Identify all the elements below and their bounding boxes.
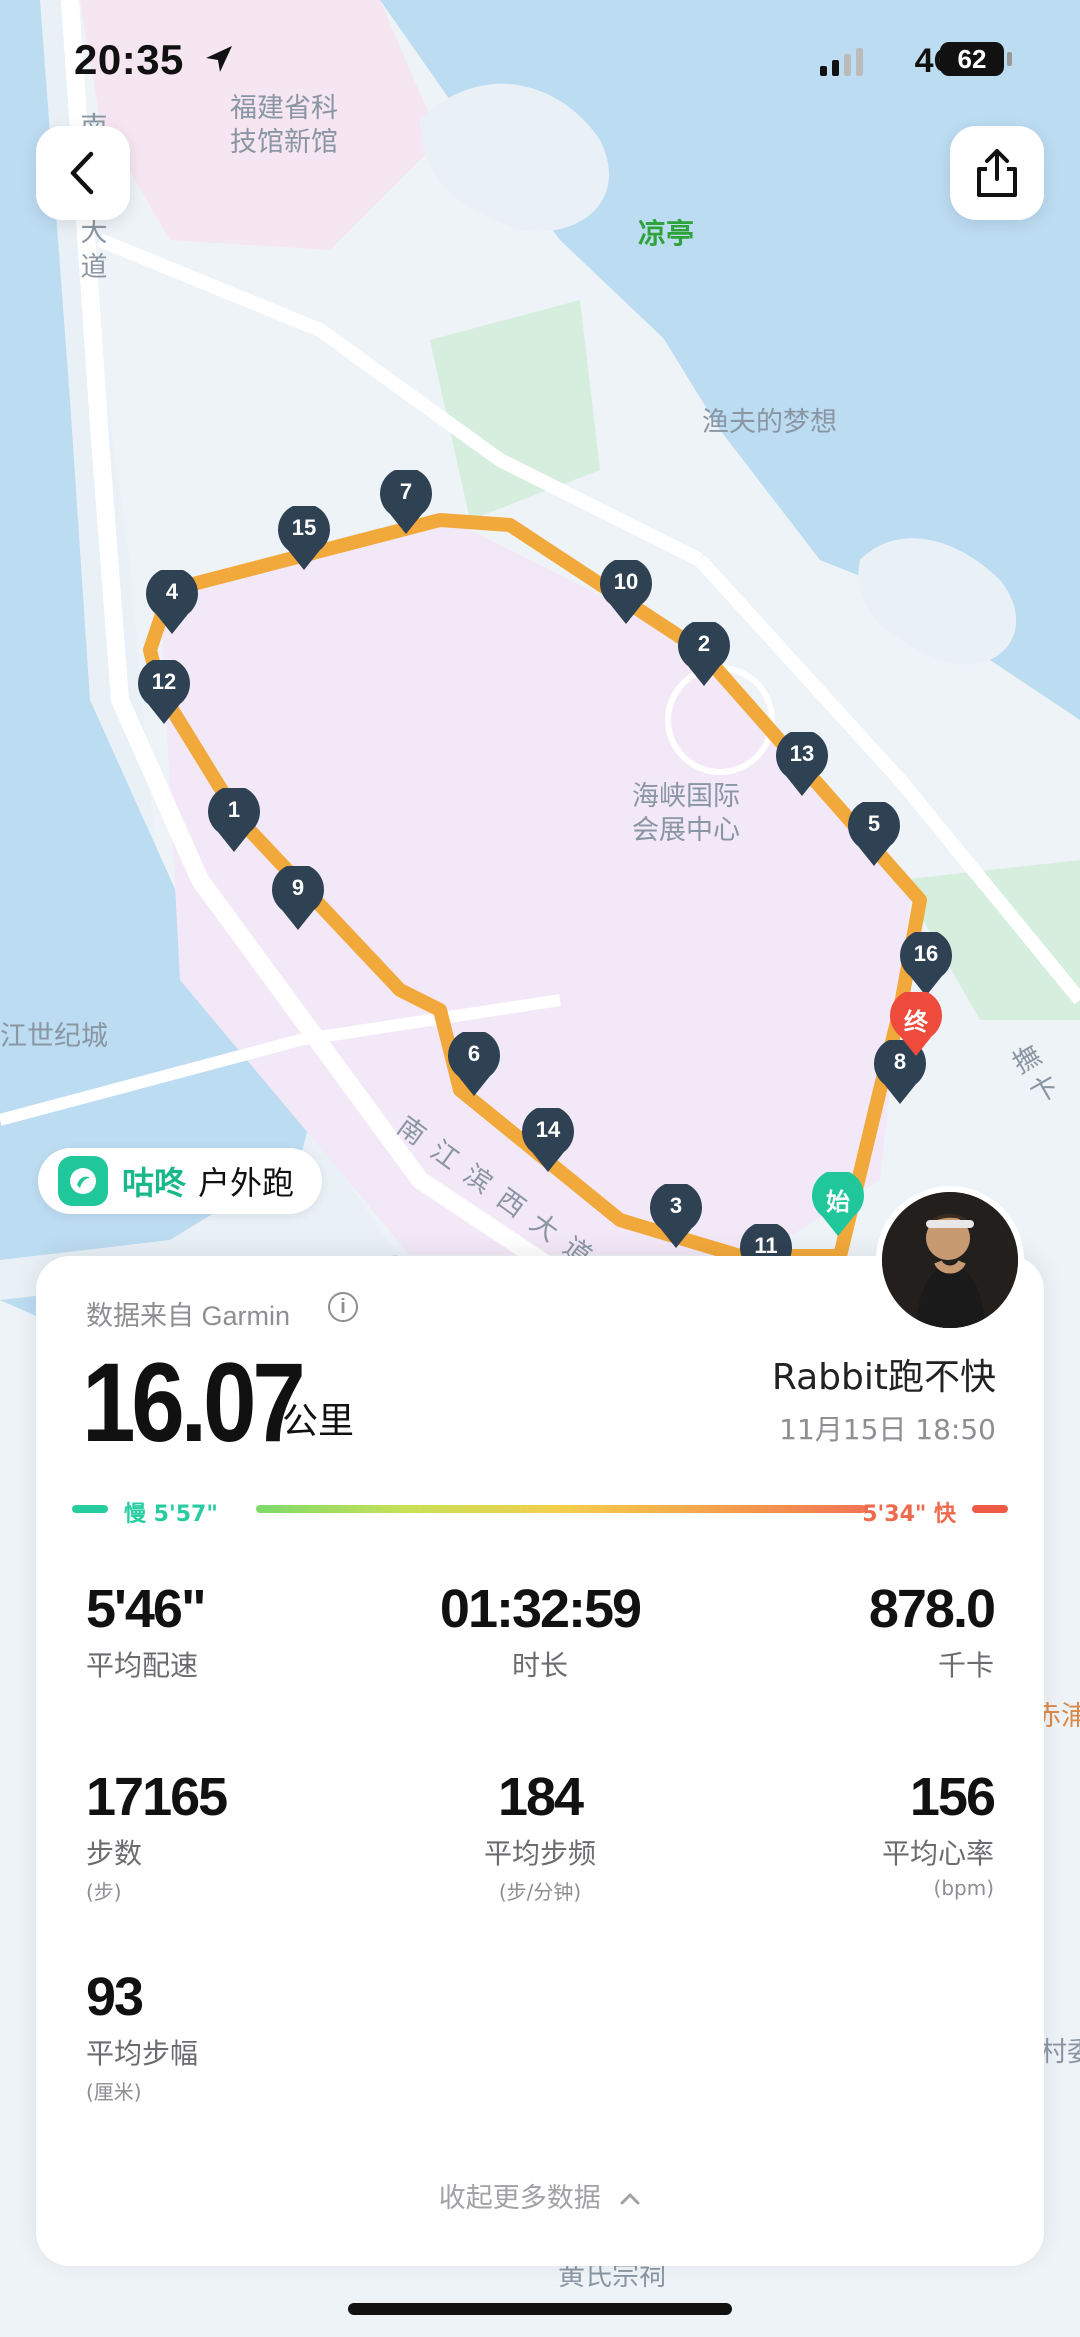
info-icon[interactable]: i xyxy=(328,1292,358,1322)
stat-sub: (步/分钟) xyxy=(498,1880,582,1904)
km-marker-1[interactable]: 1 xyxy=(206,785,262,854)
km-marker-6[interactable]: 6 xyxy=(446,1029,502,1098)
collapse-label: 收起更多数据 xyxy=(438,2183,601,2214)
km-marker-10[interactable]: 10 xyxy=(598,557,654,626)
start-marker: 始 xyxy=(810,1169,866,1238)
stat-value: 17165 xyxy=(86,1767,228,1827)
app-name: 咕咚 xyxy=(122,1164,187,1202)
stat-value: 5'46" xyxy=(86,1579,207,1639)
map-label-fisherman: 渔夫的梦想 xyxy=(702,407,837,438)
data-source: 数据来自 Garmin xyxy=(86,1301,291,1331)
user-name[interactable]: Rabbit跑不快 xyxy=(772,1348,996,1400)
pace-gradient xyxy=(256,1505,866,1513)
stat-value: 184 xyxy=(497,1767,584,1827)
home-indicator[interactable] xyxy=(348,2303,732,2315)
km-marker-label: 5 xyxy=(867,811,881,836)
km-marker-label: 2 xyxy=(697,631,711,656)
end-label: 终 xyxy=(904,1009,928,1036)
km-marker-label: 14 xyxy=(535,1117,561,1142)
km-marker-label: 1 xyxy=(227,797,241,822)
stat-value: 01:32:59 xyxy=(439,1579,642,1639)
gudong-logo-icon xyxy=(58,1156,108,1206)
stat-value: 156 xyxy=(909,1767,996,1827)
sport-mode: 户外跑 xyxy=(198,1164,295,1202)
km-marker-13[interactable]: 13 xyxy=(774,729,830,798)
stat-label: 步数 xyxy=(86,1837,143,1870)
stat-heart-rate: 156 平均心率 (bpm) xyxy=(694,1766,996,1900)
km-marker-label: 13 xyxy=(789,741,815,766)
km-marker-3[interactable]: 3 xyxy=(648,1181,704,1250)
km-marker-label: 9 xyxy=(291,875,305,900)
stat-label: 时长 xyxy=(511,1649,568,1682)
stat-avg-pace: 5'46" 平均配速 xyxy=(86,1578,386,1684)
stat-label: 平均步频 xyxy=(483,1837,596,1870)
km-marker-label: 15 xyxy=(291,515,317,540)
distance-value: 16.07 xyxy=(82,1340,306,1465)
stat-sub: (步) xyxy=(86,1880,122,1904)
share-icon xyxy=(977,149,1017,197)
stat-calories: 878.0 千卡 xyxy=(694,1578,996,1684)
stat-label: 平均步幅 xyxy=(86,2037,199,2070)
start-label: 始 xyxy=(826,1189,850,1216)
km-marker-label: 4 xyxy=(165,579,179,604)
chevron-up-icon xyxy=(620,2193,640,2205)
battery-level: 62 xyxy=(957,44,987,74)
map-label-expo: 海峡国际会展中心 xyxy=(632,781,740,846)
map-label-edge-2: 村委 xyxy=(1040,2037,1080,2068)
chevron-left-icon xyxy=(70,151,94,195)
km-marker-15[interactable]: 15 xyxy=(276,503,332,572)
pace-range-bar: 慢 5'57" 5'34" 快 xyxy=(72,1496,1008,1527)
map-label-pavilion: 凉亭 xyxy=(638,217,695,250)
fast-pace-label: 5'34" 快 xyxy=(862,1502,956,1527)
km-marker-label: 10 xyxy=(613,569,639,594)
km-marker-label: 12 xyxy=(151,669,177,694)
stat-value: 878.0 xyxy=(868,1579,996,1639)
slow-indicator xyxy=(72,1505,108,1513)
activity-datetime: 11月15日 18:50 xyxy=(779,1413,996,1446)
signal-icon xyxy=(820,48,863,76)
stat-sub: (厘米) xyxy=(86,2080,142,2104)
km-marker-12[interactable]: 12 xyxy=(136,657,192,726)
stat-sub: (bpm) xyxy=(933,1876,994,1900)
summary-card: 数据来自 Garmin i 16.07 公里 Rabbit跑不快 11月15日 … xyxy=(36,1256,1044,2266)
km-marker-label: 6 xyxy=(467,1041,481,1066)
back-button[interactable] xyxy=(36,126,130,220)
battery-tip xyxy=(1007,52,1012,66)
location-arrow-icon xyxy=(206,46,232,72)
distance-unit: 公里 xyxy=(282,1401,355,1442)
stat-label: 平均心率 xyxy=(881,1837,994,1870)
map-label-century: 江世纪城 xyxy=(0,1021,108,1052)
stat-label: 千卡 xyxy=(937,1649,994,1682)
km-marker-5[interactable]: 5 xyxy=(846,799,902,868)
km-marker-4[interactable]: 4 xyxy=(144,567,200,636)
stat-cadence: 184 平均步频 (步/分钟) xyxy=(390,1766,690,1905)
stat-label: 平均配速 xyxy=(86,1649,199,1682)
user-avatar[interactable] xyxy=(876,1186,1024,1334)
end-marker: 终 xyxy=(888,989,944,1058)
km-marker-label: 16 xyxy=(913,941,939,966)
stat-duration: 01:32:59 时长 xyxy=(390,1578,690,1684)
slow-pace-label: 慢 5'57" xyxy=(124,1502,218,1527)
battery-icon: 62 xyxy=(940,42,1004,76)
stat-stride: 93 平均步幅 (厘米) xyxy=(86,1966,386,2105)
km-marker-14[interactable]: 14 xyxy=(520,1105,576,1174)
km-marker-7[interactable]: 7 xyxy=(378,467,434,536)
fast-indicator xyxy=(972,1505,1008,1513)
status-time: 20:35 xyxy=(74,36,184,83)
status-bar: 20:35 4G 62 xyxy=(0,36,1080,88)
km-marker-label: 7 xyxy=(399,479,413,504)
collapse-more-button[interactable]: 收起更多数据 xyxy=(36,2176,1044,2215)
km-marker-16[interactable]: 16 xyxy=(898,929,954,998)
stat-steps: 17165 步数 (步) xyxy=(86,1766,386,1905)
app-badge: 咕咚 户外跑 xyxy=(38,1148,323,1214)
share-button[interactable] xyxy=(950,126,1044,220)
km-marker-2[interactable]: 2 xyxy=(676,619,732,688)
map-label-museum: 福建省科技馆新馆 xyxy=(230,93,338,158)
km-marker-label: 3 xyxy=(669,1193,683,1218)
km-marker-9[interactable]: 9 xyxy=(270,863,326,932)
stat-value: 93 xyxy=(86,1967,144,2027)
